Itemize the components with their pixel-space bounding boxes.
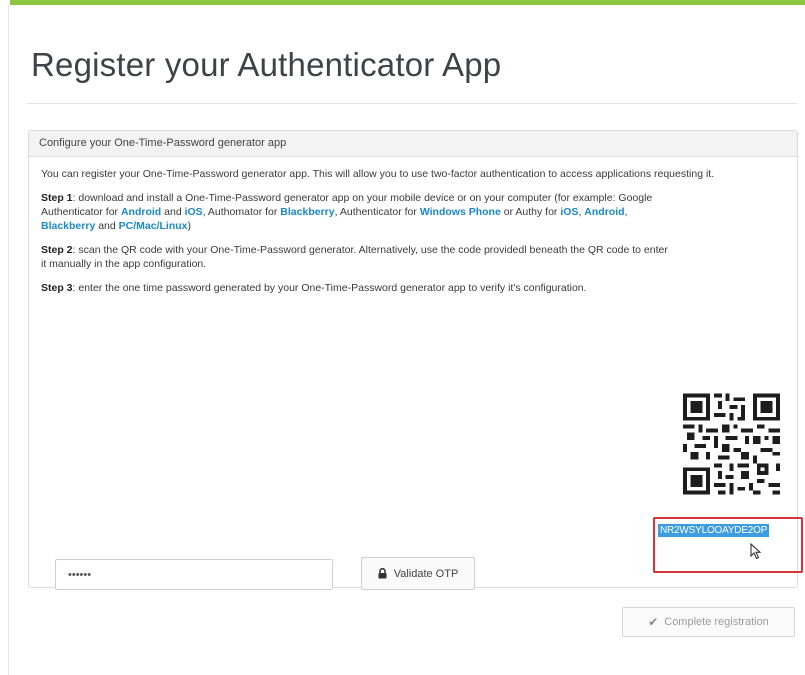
left-border [8, 5, 9, 675]
qr-code [679, 389, 784, 499]
link-authomator-blackberry[interactable]: Blackberry [280, 206, 334, 218]
panel-heading: Configure your One-Time-Password generat… [29, 131, 797, 157]
step-2-label: Step 2 [41, 244, 73, 256]
step-1-text: , [624, 206, 628, 218]
lock-icon [378, 568, 387, 579]
panel-body: You can register your One-Time-Password … [29, 157, 797, 295]
complete-registration-label: Complete registration [664, 616, 769, 628]
step-1-label: Step 1 [41, 192, 73, 204]
complete-registration-button[interactable]: ✔ Complete registration [622, 607, 795, 637]
check-icon: ✔ [648, 615, 659, 629]
link-authy-ios[interactable]: iOS [560, 206, 578, 218]
validate-otp-label: Validate OTP [393, 567, 459, 580]
step-2-text: : scan the QR code with your One-Time-Pa… [41, 244, 668, 270]
secret-key-text[interactable]: NR2WSYLOOAYDE2OP [658, 524, 770, 537]
step-1-text: , Authenticator for [334, 206, 420, 218]
step-1-text: ) [187, 220, 192, 232]
step-1-text: and [95, 220, 119, 232]
secret-key-highlight: NR2WSYLOOAYDE2OP [653, 517, 803, 573]
mouse-cursor-icon [750, 543, 762, 560]
link-google-auth-ios[interactable]: iOS [185, 206, 203, 218]
link-authy-android[interactable]: Android [584, 206, 624, 218]
validate-otp-button[interactable]: Validate OTP [361, 557, 475, 590]
step-1-text: , Authomator for [202, 206, 281, 218]
link-google-auth-android[interactable]: Android [121, 206, 161, 218]
top-accent-bar [10, 0, 805, 5]
step-1-text: or Authy for [500, 206, 561, 218]
step-3-label: Step 3 [41, 282, 73, 294]
page-title: Register your Authenticator App [31, 46, 502, 83]
link-authenticator-windows-phone[interactable]: Windows Phone [420, 206, 501, 218]
step-1: Step 1: download and install a One-Time-… [41, 191, 681, 233]
step-1-text: and [161, 206, 185, 218]
link-authy-blackberry[interactable]: Blackberry [41, 220, 95, 232]
intro-text: You can register your One-Time-Password … [41, 168, 715, 180]
step-3-text: : enter the one time password generated … [72, 282, 587, 294]
step-2: Step 2: scan the QR code with your One-T… [41, 243, 671, 271]
step-3: Step 3: enter the one time password gene… [41, 281, 681, 295]
otp-input[interactable] [55, 559, 333, 590]
link-authy-pc[interactable]: PC/Mac/Linux [119, 220, 188, 232]
title-divider [27, 103, 797, 104]
configure-panel: Configure your One-Time-Password generat… [28, 130, 803, 590]
